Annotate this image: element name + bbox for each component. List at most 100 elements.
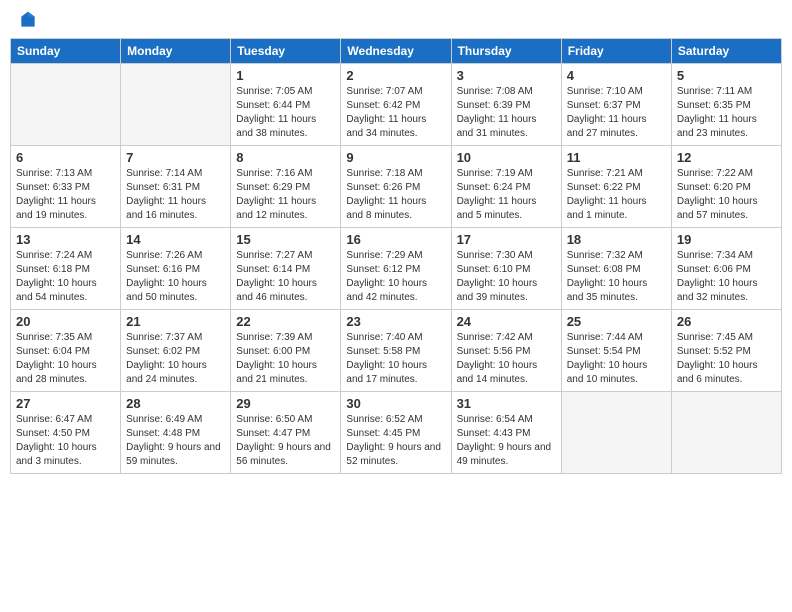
day-number: 2 [346,68,445,83]
day-info: Sunrise: 7:27 AMSunset: 6:14 PMDaylight:… [236,249,335,305]
logo [14,10,40,30]
calendar-header-monday: Monday [121,39,231,64]
calendar-cell: 18 Sunrise: 7:32 AMSunset: 6:08 PMDayligh… [561,228,671,310]
day-info: Sunrise: 7:16 AMSunset: 6:29 PMDaylight:… [236,167,335,223]
calendar-cell: 24 Sunrise: 7:42 AMSunset: 5:56 PMDayligh… [451,310,561,392]
day-info: Sunrise: 7:19 AMSunset: 6:24 PMDaylight:… [457,167,556,223]
calendar-cell: 7 Sunrise: 7:14 AMSunset: 6:31 PMDaylight… [121,146,231,228]
calendar-header-thursday: Thursday [451,39,561,64]
calendar-cell: 9 Sunrise: 7:18 AMSunset: 6:26 PMDaylight… [341,146,451,228]
day-number: 16 [346,232,445,247]
day-number: 28 [126,396,225,411]
calendar-week-row: 1 Sunrise: 7:05 AMSunset: 6:44 PMDaylight… [11,64,782,146]
calendar-cell: 28 Sunrise: 6:49 AMSunset: 4:48 PMDayligh… [121,392,231,474]
day-number: 6 [16,150,115,165]
day-info: Sunrise: 6:47 AMSunset: 4:50 PMDaylight:… [16,413,115,469]
day-info: Sunrise: 7:13 AMSunset: 6:33 PMDaylight:… [16,167,115,223]
day-number: 18 [567,232,666,247]
day-info: Sunrise: 6:49 AMSunset: 4:48 PMDaylight:… [126,413,225,469]
day-number: 3 [457,68,556,83]
day-number: 21 [126,314,225,329]
calendar-cell: 12 Sunrise: 7:22 AMSunset: 6:20 PMDayligh… [671,146,781,228]
day-number: 22 [236,314,335,329]
day-info: Sunrise: 7:14 AMSunset: 6:31 PMDaylight:… [126,167,225,223]
calendar-header-sunday: Sunday [11,39,121,64]
day-info: Sunrise: 7:29 AMSunset: 6:12 PMDaylight:… [346,249,445,305]
calendar-cell [671,392,781,474]
day-info: Sunrise: 7:39 AMSunset: 6:00 PMDaylight:… [236,331,335,387]
calendar-cell: 2 Sunrise: 7:07 AMSunset: 6:42 PMDaylight… [341,64,451,146]
calendar-cell: 30 Sunrise: 6:52 AMSunset: 4:45 PMDayligh… [341,392,451,474]
calendar-header-friday: Friday [561,39,671,64]
day-info: Sunrise: 6:50 AMSunset: 4:47 PMDaylight:… [236,413,335,469]
page-header [10,10,782,30]
day-number: 27 [16,396,115,411]
day-info: Sunrise: 6:54 AMSunset: 4:43 PMDaylight:… [457,413,556,469]
day-number: 9 [346,150,445,165]
calendar-cell: 27 Sunrise: 6:47 AMSunset: 4:50 PMDayligh… [11,392,121,474]
calendar-cell: 8 Sunrise: 7:16 AMSunset: 6:29 PMDaylight… [231,146,341,228]
day-number: 14 [126,232,225,247]
calendar-cell: 14 Sunrise: 7:26 AMSunset: 6:16 PMDayligh… [121,228,231,310]
day-number: 24 [457,314,556,329]
day-info: Sunrise: 7:08 AMSunset: 6:39 PMDaylight:… [457,85,556,141]
day-info: Sunrise: 7:07 AMSunset: 6:42 PMDaylight:… [346,85,445,141]
calendar-cell: 1 Sunrise: 7:05 AMSunset: 6:44 PMDaylight… [231,64,341,146]
day-number: 17 [457,232,556,247]
calendar-cell: 10Sunrise: 7:19 AMSunset: 6:24 PMDayligh… [451,146,561,228]
day-number: 23 [346,314,445,329]
calendar-cell: 5 Sunrise: 7:11 AMSunset: 6:35 PMDaylight… [671,64,781,146]
day-info: Sunrise: 7:05 AMSunset: 6:44 PMDaylight:… [236,85,335,141]
logo-icon [18,10,38,30]
calendar-week-row: 27 Sunrise: 6:47 AMSunset: 4:50 PMDayligh… [11,392,782,474]
calendar-week-row: 13Sunrise: 7:24 AMSunset: 6:18 PMDayligh… [11,228,782,310]
calendar-cell: 25 Sunrise: 7:44 AMSunset: 5:54 PMDayligh… [561,310,671,392]
day-number: 11 [567,150,666,165]
day-number: 29 [236,396,335,411]
calendar-header-row: SundayMondayTuesdayWednesdayThursdayFrid… [11,39,782,64]
calendar-cell: 15 Sunrise: 7:27 AMSunset: 6:14 PMDayligh… [231,228,341,310]
day-number: 26 [677,314,776,329]
calendar-cell: 4 Sunrise: 7:10 AMSunset: 6:37 PMDaylight… [561,64,671,146]
calendar-cell: 31 Sunrise: 6:54 AMSunset: 4:43 PMDayligh… [451,392,561,474]
day-number: 19 [677,232,776,247]
calendar-header-saturday: Saturday [671,39,781,64]
day-info: Sunrise: 7:22 AMSunset: 6:20 PMDaylight:… [677,167,776,223]
calendar-cell: 29 Sunrise: 6:50 AMSunset: 4:47 PMDayligh… [231,392,341,474]
day-number: 4 [567,68,666,83]
day-info: Sunrise: 7:10 AMSunset: 6:37 PMDaylight:… [567,85,666,141]
calendar-header-wednesday: Wednesday [341,39,451,64]
day-info: Sunrise: 7:34 AMSunset: 6:06 PMDaylight:… [677,249,776,305]
day-info: Sunrise: 7:37 AMSunset: 6:02 PMDaylight:… [126,331,225,387]
day-info: Sunrise: 7:11 AMSunset: 6:35 PMDaylight:… [677,85,776,141]
calendar-cell [561,392,671,474]
day-number: 7 [126,150,225,165]
day-number: 30 [346,396,445,411]
calendar-cell: 23Sunrise: 7:40 AMSunset: 5:58 PMDayligh… [341,310,451,392]
calendar-cell: 17Sunrise: 7:30 AMSunset: 6:10 PMDayligh… [451,228,561,310]
calendar-cell: 22 Sunrise: 7:39 AMSunset: 6:00 PMDayligh… [231,310,341,392]
day-number: 20 [16,314,115,329]
day-info: Sunrise: 7:24 AMSunset: 6:18 PMDaylight:… [16,249,115,305]
calendar-week-row: 6 Sunrise: 7:13 AMSunset: 6:33 PMDaylight… [11,146,782,228]
day-number: 8 [236,150,335,165]
day-number: 12 [677,150,776,165]
calendar-cell: 20 Sunrise: 7:35 AMSunset: 6:04 PMDayligh… [11,310,121,392]
day-number: 1 [236,68,335,83]
day-info: Sunrise: 7:32 AMSunset: 6:08 PMDaylight:… [567,249,666,305]
day-info: Sunrise: 7:26 AMSunset: 6:16 PMDaylight:… [126,249,225,305]
calendar-cell: 3 Sunrise: 7:08 AMSunset: 6:39 PMDaylight… [451,64,561,146]
day-number: 31 [457,396,556,411]
day-number: 25 [567,314,666,329]
calendar-cell: 16 Sunrise: 7:29 AMSunset: 6:12 PMDayligh… [341,228,451,310]
day-number: 5 [677,68,776,83]
day-info: Sunrise: 7:35 AMSunset: 6:04 PMDaylight:… [16,331,115,387]
day-info: Sunrise: 7:44 AMSunset: 5:54 PMDaylight:… [567,331,666,387]
day-number: 15 [236,232,335,247]
calendar-week-row: 20 Sunrise: 7:35 AMSunset: 6:04 PMDayligh… [11,310,782,392]
day-info: Sunrise: 6:52 AMSunset: 4:45 PMDaylight:… [346,413,445,469]
calendar-table: SundayMondayTuesdayWednesdayThursdayFrid… [10,38,782,474]
day-info: Sunrise: 7:18 AMSunset: 6:26 PMDaylight:… [346,167,445,223]
day-info: Sunrise: 7:42 AMSunset: 5:56 PMDaylight:… [457,331,556,387]
calendar-cell: 19 Sunrise: 7:34 AMSunset: 6:06 PMDayligh… [671,228,781,310]
